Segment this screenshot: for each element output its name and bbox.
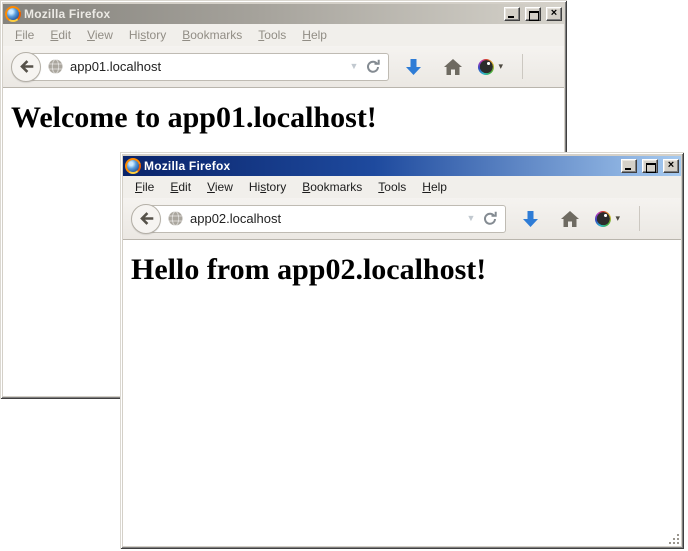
toolbar-button-group: ▾ (506, 206, 671, 231)
menu-bar: FileEditViewHistoryBookmarksToolsHelp (123, 176, 681, 198)
back-icon (18, 58, 35, 75)
globe-icon (48, 59, 63, 74)
menu-item-history[interactable]: History (121, 25, 174, 45)
title-bar[interactable]: Mozilla Firefox × (123, 156, 681, 176)
colorwheel-addon-button[interactable]: ▾ (478, 59, 503, 75)
url-bar[interactable]: ▼ (145, 205, 506, 233)
url-bar[interactable]: ▼ (25, 53, 389, 81)
menu-item-bookmarks[interactable]: Bookmarks (294, 177, 370, 197)
downloads-button[interactable] (405, 58, 422, 76)
close-icon: × (551, 8, 557, 18)
maximize-button[interactable] (642, 159, 658, 173)
colorwheel-icon (595, 211, 611, 227)
menu-item-view[interactable]: View (199, 177, 241, 197)
menu-item-file[interactable]: File (127, 177, 162, 197)
reload-icon[interactable] (365, 59, 381, 75)
close-button[interactable]: × (663, 159, 679, 173)
home-icon (444, 59, 462, 75)
page-heading: Hello from app02.localhost! (131, 253, 673, 287)
home-button[interactable] (561, 211, 579, 227)
menu-item-view[interactable]: View (79, 25, 121, 45)
minimize-button[interactable] (504, 7, 520, 21)
close-icon: × (668, 160, 674, 170)
window-title: Mozilla Firefox (24, 7, 110, 21)
menu-item-tools[interactable]: Tools (370, 177, 414, 197)
downloads-button[interactable] (522, 210, 539, 228)
minimize-button[interactable] (621, 159, 637, 173)
globe-icon (168, 211, 183, 226)
menu-bar: FileEditViewHistoryBookmarksToolsHelp (3, 24, 564, 46)
firefox-window-app02: Mozilla Firefox × FileEditViewHistoryBoo… (120, 152, 684, 549)
urlbar-dropdown-icon[interactable]: ▼ (350, 62, 359, 71)
toolbar-separator (522, 54, 523, 79)
page-heading: Welcome to app01.localhost! (11, 101, 556, 135)
url-input[interactable] (190, 211, 460, 226)
colorwheel-icon (478, 59, 494, 75)
home-icon (561, 211, 579, 227)
url-input[interactable] (70, 59, 343, 74)
menu-item-history[interactable]: History (241, 177, 294, 197)
firefox-logo-icon (125, 158, 141, 174)
open-menu-button[interactable] (649, 209, 671, 228)
close-button[interactable]: × (546, 7, 562, 21)
menu-item-help[interactable]: Help (294, 25, 335, 45)
open-menu-button[interactable] (532, 57, 554, 76)
window-title: Mozilla Firefox (144, 159, 230, 173)
toolbar-button-group: ▾ (389, 54, 554, 79)
menu-item-edit[interactable]: Edit (42, 25, 79, 45)
menu-item-help[interactable]: Help (414, 177, 455, 197)
resize-grip[interactable] (668, 533, 682, 547)
reload-icon[interactable] (482, 211, 498, 227)
menu-item-tools[interactable]: Tools (250, 25, 294, 45)
navigation-toolbar: ▼ ▾ (123, 198, 681, 240)
menu-item-bookmarks[interactable]: Bookmarks (174, 25, 250, 45)
chevron-down-icon: ▾ (615, 214, 620, 223)
back-button[interactable] (11, 52, 41, 82)
urlbar-dropdown-icon[interactable]: ▼ (467, 214, 476, 223)
title-bar[interactable]: Mozilla Firefox × (3, 4, 564, 24)
menu-item-edit[interactable]: Edit (162, 177, 199, 197)
maximize-button[interactable] (525, 7, 541, 21)
page-content-app02: Hello from app02.localhost! (123, 240, 681, 546)
firefox-logo-icon (5, 6, 21, 22)
chevron-down-icon: ▾ (498, 62, 503, 71)
download-icon (522, 210, 539, 228)
menu-item-file[interactable]: File (7, 25, 42, 45)
toolbar-separator (639, 206, 640, 231)
navigation-toolbar: ▼ ▾ (3, 46, 564, 88)
back-button[interactable] (131, 204, 161, 234)
colorwheel-addon-button[interactable]: ▾ (595, 211, 620, 227)
back-icon (138, 210, 155, 227)
download-icon (405, 58, 422, 76)
home-button[interactable] (444, 59, 462, 75)
